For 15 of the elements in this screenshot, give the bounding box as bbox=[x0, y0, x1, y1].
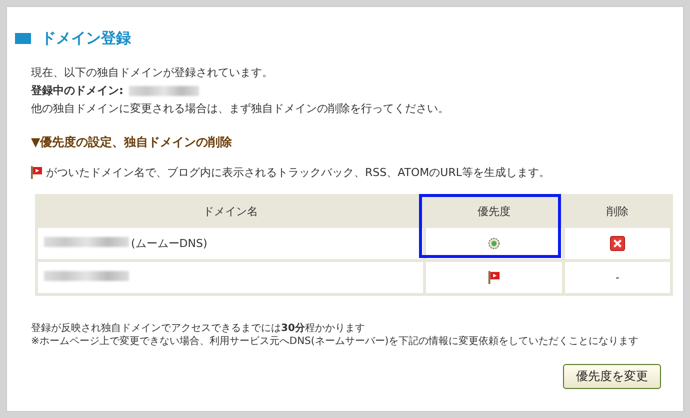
page-title: ドメイン登録 bbox=[15, 29, 131, 48]
delete-icon[interactable] bbox=[610, 236, 625, 251]
note-text: ※ホームページ上で変更できない場合、利用サービス元へDNS(ネームサーバー)を下記の情報に変更依頼をしていただくことになります bbox=[31, 335, 640, 348]
radio-button[interactable] bbox=[488, 237, 500, 250]
domain-cell: (ムームーDNS) bbox=[38, 228, 423, 259]
redacted-domain bbox=[129, 86, 200, 96]
intro-text: 登録中のドメイン: bbox=[31, 83, 124, 99]
intro-text: 現在、以下の独自ドメインが登録されています。 bbox=[31, 65, 273, 81]
flag-icon bbox=[31, 166, 42, 179]
section-heading: ▼優先度の設定、独自ドメインの削除 bbox=[31, 134, 232, 151]
delete-cell-text: - bbox=[616, 271, 620, 284]
intro-text: 他の独自ドメインに変更される場合は、まず独自ドメインの削除を行ってください。 bbox=[31, 101, 449, 117]
change-priority-button[interactable]: 優先度を変更 bbox=[563, 364, 661, 389]
flag-note: がついたドメイン名で、ブログ内に表示されるトラックバック、RSS、ATOMのURL等を生成します。 bbox=[46, 165, 550, 180]
note-text: 登録が反映され独自ドメインでアクセスできるまでには30分程かかります bbox=[31, 322, 366, 335]
